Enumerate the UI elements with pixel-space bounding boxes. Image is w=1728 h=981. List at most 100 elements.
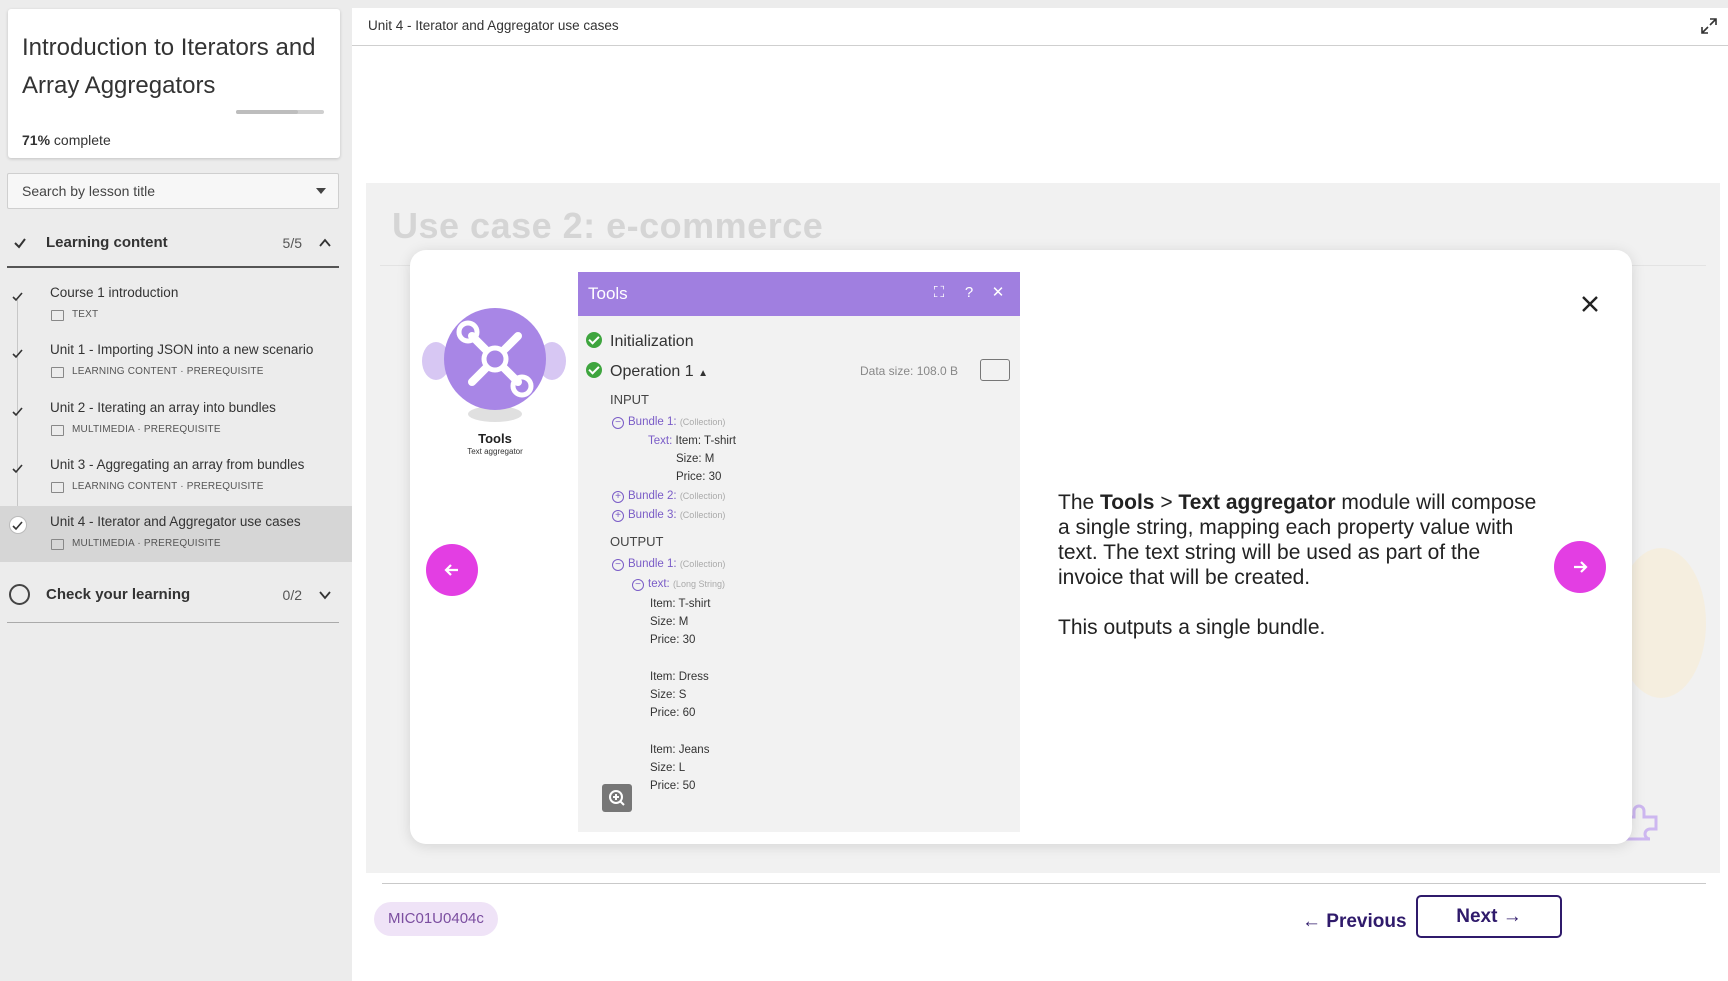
input-label: INPUT bbox=[610, 392, 649, 407]
lesson-meta: MULTIMEDIA · PREREQUISITE bbox=[72, 538, 221, 549]
document-icon bbox=[51, 310, 64, 321]
lesson-item[interactable]: Unit 1 - Importing JSON into a new scena… bbox=[0, 334, 352, 390]
collapse-icon: − bbox=[632, 579, 644, 591]
operation-output-panel: Tools ⛶ ? ✕ Initialization Operation 1 ▲… bbox=[578, 272, 1020, 832]
progress-value: 71% bbox=[22, 132, 51, 148]
progress-fill bbox=[236, 110, 299, 114]
input-text-price: Price: 30 bbox=[676, 471, 722, 483]
lightbox-caption: The Tools > Text aggregator module will … bbox=[1058, 490, 1538, 665]
fullscreen-icon: ⛶ bbox=[933, 284, 945, 301]
panel-title: Tools bbox=[588, 284, 628, 303]
bundle-type: (Collection) bbox=[679, 559, 726, 569]
panel-header: Tools ⛶ ? ✕ bbox=[578, 272, 1020, 316]
zoom-in-icon bbox=[609, 790, 625, 806]
breadcrumb: Unit 4 - Iterator and Aggregator use cas… bbox=[368, 18, 619, 33]
input-text-size: Size: M bbox=[676, 453, 715, 465]
content-icon bbox=[51, 482, 64, 493]
caret-up-icon: ▲ bbox=[698, 368, 708, 379]
module-name: Tools bbox=[478, 431, 512, 446]
check-icon bbox=[12, 521, 23, 531]
section-check-your-learning[interactable]: Check your learning 0/2 bbox=[7, 573, 339, 617]
chevron-up-icon bbox=[319, 238, 331, 247]
lightbox-next-button[interactable] bbox=[1554, 541, 1606, 593]
lesson-item-active[interactable]: Unit 4 - Iterator and Aggregator use cas… bbox=[0, 506, 352, 562]
section-divider bbox=[7, 622, 339, 623]
sidebar: Introduction to Iterators and Array Aggr… bbox=[0, 0, 352, 981]
input-bundle-3: + Bundle 3: (Collection) bbox=[612, 509, 725, 522]
output-text-line: Item: T-shirt bbox=[650, 598, 711, 610]
lightbox-prev-button[interactable] bbox=[426, 544, 478, 596]
previous-button[interactable]: ← Previous bbox=[1302, 904, 1407, 940]
section-count: 5/5 bbox=[282, 235, 302, 251]
lesson-item[interactable]: Course 1 introduction TEXT bbox=[0, 277, 352, 333]
module-subtitle: Text aggregator bbox=[467, 447, 523, 456]
course-title: Introduction to Iterators and Array Aggr… bbox=[22, 34, 316, 99]
initialization-row: Initialization bbox=[586, 332, 694, 351]
bundle-label: Bundle 1: bbox=[628, 558, 677, 570]
bundle-type: (Collection) bbox=[679, 491, 726, 501]
lesson-search-select[interactable]: Search by lesson title bbox=[7, 173, 339, 209]
expand-plus-icon: + bbox=[612, 510, 624, 522]
lesson-item[interactable]: Unit 2 - Iterating an array into bundles… bbox=[0, 392, 352, 448]
next-button[interactable]: Next → bbox=[1416, 895, 1562, 938]
multimedia-icon bbox=[51, 539, 64, 550]
output-text-line: Price: 60 bbox=[650, 707, 696, 720]
text-value: Item: T-shirt bbox=[675, 435, 737, 447]
section-title: Check your learning bbox=[46, 586, 191, 603]
content-icon bbox=[51, 367, 64, 378]
caption-text: > bbox=[1154, 491, 1179, 514]
check-icon bbox=[14, 238, 26, 249]
close-icon[interactable] bbox=[1580, 294, 1600, 314]
output-text-line: Size: S bbox=[650, 689, 687, 701]
arrow-right-icon: → bbox=[1502, 906, 1522, 927]
lesson-meta: LEARNING CONTENT · PREREQUISITE bbox=[72, 481, 264, 492]
lesson-meta: MULTIMEDIA · PREREQUISITE bbox=[72, 424, 221, 435]
arrow-left-icon: ← bbox=[1302, 911, 1321, 932]
section-title: Learning content bbox=[46, 234, 168, 251]
previous-label: Previous bbox=[1326, 911, 1407, 932]
section-learning-content[interactable]: Learning content 5/5 bbox=[7, 221, 339, 265]
lesson-item[interactable]: Unit 3 - Aggregating an array from bundl… bbox=[0, 449, 352, 505]
lesson-meta: TEXT bbox=[72, 309, 99, 320]
wrench-screwdriver-icon bbox=[456, 320, 534, 398]
check-icon bbox=[12, 464, 23, 474]
check-icon bbox=[12, 349, 23, 359]
output-text-line: Item: Jeans bbox=[650, 743, 710, 756]
text-key: Text: bbox=[648, 435, 673, 447]
progress-bar bbox=[236, 110, 324, 114]
text-type: (Long String) bbox=[672, 579, 725, 589]
download-icon bbox=[980, 359, 1010, 381]
footer-divider bbox=[382, 883, 1706, 884]
lesson-title: Unit 4 - Iterator and Aggregator use cas… bbox=[50, 514, 301, 529]
bundle-label: Bundle 2: bbox=[628, 490, 677, 502]
zoom-button bbox=[602, 784, 632, 812]
section-divider bbox=[7, 266, 339, 268]
progress-suffix: complete bbox=[53, 132, 111, 148]
caret-down-icon bbox=[316, 188, 326, 194]
input-bundle-1: − Bundle 1: (Collection) bbox=[612, 416, 725, 429]
expand-icon[interactable] bbox=[1700, 17, 1718, 35]
bundle-type: (Collection) bbox=[679, 510, 726, 520]
arrow-left-icon bbox=[444, 564, 458, 576]
operation-row: Operation 1 ▲ bbox=[586, 362, 708, 381]
close-icon: ✕ bbox=[991, 284, 1005, 301]
slide-title: Use case 2: e-commerce bbox=[392, 205, 824, 246]
next-label: Next bbox=[1456, 906, 1498, 927]
collapse-icon: − bbox=[612, 417, 624, 429]
course-card: Introduction to Iterators and Array Aggr… bbox=[8, 9, 340, 158]
tools-module-illustration: Tools Text aggregator bbox=[420, 308, 570, 458]
collapse-icon: − bbox=[612, 559, 624, 571]
success-icon bbox=[586, 362, 602, 378]
lesson-title: Unit 3 - Aggregating an array from bundl… bbox=[50, 457, 305, 472]
multimedia-icon bbox=[51, 425, 64, 436]
bundle-label: Bundle 3: bbox=[628, 509, 677, 521]
input-bundle-2: + Bundle 2: (Collection) bbox=[612, 490, 725, 503]
output-text-line: Item: Dress bbox=[650, 670, 709, 683]
input-text-row: Text: Item: T-shirt bbox=[648, 435, 736, 447]
module-circle bbox=[444, 308, 546, 410]
success-icon bbox=[586, 332, 602, 348]
initialization-label: Initialization bbox=[610, 333, 694, 350]
operation-label: Operation 1 bbox=[610, 363, 694, 380]
image-lightbox: Tools Text aggregator Tools ⛶ ? ✕ Initia… bbox=[410, 250, 1632, 844]
text-key: text: bbox=[648, 578, 670, 590]
